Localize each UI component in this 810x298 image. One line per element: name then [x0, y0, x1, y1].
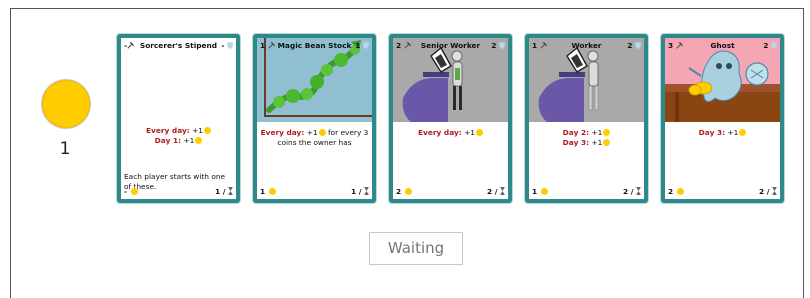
card-footer: 2 2 /: [665, 187, 780, 197]
pickaxe-icon: [676, 42, 683, 49]
pickaxe-icon: [404, 42, 411, 49]
coin-icon: [739, 129, 747, 136]
hourglass-icon: [228, 187, 233, 195]
coin-icon: [195, 136, 203, 144]
coin-icon: [204, 127, 211, 134]
hourglass-icon: [772, 187, 777, 195]
card-header: 2 Senior Worker 2: [393, 38, 508, 52]
pickaxe-icon: [127, 42, 134, 49]
card-footer: 1 1 /: [257, 187, 372, 197]
coin-icon: [540, 188, 548, 195]
card-title: Magic Bean Stock: [277, 41, 352, 50]
card-footer: 1 2 /: [529, 187, 644, 197]
card-header: 1 Worker 2: [529, 38, 644, 52]
card-rules: Every day: +1 for every 3 coins the owne…: [260, 128, 369, 147]
card-vp: 2: [491, 41, 505, 50]
footer-duration: 1 /: [215, 187, 233, 196]
shield-icon: [771, 42, 777, 49]
footer-duration: 1 /: [351, 187, 369, 196]
card-title: Sorcerer's Stipend: [139, 41, 218, 50]
card-face: 1 Magic Bean Stock 1 Every day: +1 for e…: [257, 38, 372, 199]
card-title: Senior Worker: [420, 41, 481, 50]
footer-cost: 1: [260, 187, 276, 196]
card-rules: Day 3: +1: [668, 128, 777, 138]
card-header: - Sorcerer's Stipend -: [121, 38, 236, 52]
hourglass-icon: [500, 187, 505, 195]
hourglass-icon: [636, 187, 641, 195]
card-cost: -: [124, 41, 134, 50]
card-footer: - 1 /: [121, 187, 236, 197]
card-header: 1 Magic Bean Stock 1: [257, 38, 372, 52]
card-cost: 2: [396, 41, 411, 50]
hourglass-icon: [364, 187, 369, 195]
coin-icon: [268, 188, 276, 195]
footer-duration: 2 /: [759, 187, 777, 196]
card-face: 3 Ghost 2 Day 3: +1 2 2 /: [665, 38, 780, 199]
card-vp: 2: [627, 41, 641, 50]
card-ghost[interactable]: 3 Ghost 2 Day 3: +1 2 2 /: [661, 34, 784, 203]
footer-cost: 2: [668, 187, 684, 196]
shield-icon: [227, 42, 233, 49]
card-cost: 3: [668, 41, 683, 50]
card-cost: 1: [532, 41, 547, 50]
card-face: - Sorcerer's Stipend - Every day: +1 Day…: [121, 38, 236, 199]
footer-cost: 1: [532, 187, 548, 196]
card-senior-worker[interactable]: 2 Senior Worker 2 Every day: +1 2 2 /: [389, 34, 512, 203]
pickaxe-icon: [268, 42, 275, 49]
card-header: 3 Ghost 2: [665, 38, 780, 52]
footer-cost: 2: [396, 187, 412, 196]
shield-icon: [635, 42, 641, 49]
card-worker[interactable]: 1 Worker 2 Day 2: +1 Day 3: +1 1 2 /: [525, 34, 648, 203]
pickaxe-icon: [540, 42, 547, 49]
card-sorcerers-stipend[interactable]: - Sorcerer's Stipend - Every day: +1 Day…: [117, 34, 240, 203]
card-title: Worker: [571, 41, 602, 50]
card-rules: Every day: +1: [396, 128, 505, 138]
waiting-status: Waiting: [369, 232, 463, 265]
card-magic-bean-stock[interactable]: 1 Magic Bean Stock 1 Every day: +1 for e…: [253, 34, 376, 203]
card-footer: 2 2 /: [393, 187, 508, 197]
coin-icon: [404, 188, 412, 195]
card-face: 1 Worker 2 Day 2: +1 Day 3: +1 1 2 /: [529, 38, 644, 199]
card-vp: 2: [763, 41, 777, 50]
card-title: Ghost: [710, 41, 735, 50]
coin-icon: [603, 138, 611, 146]
footer-duration: 2 /: [487, 187, 505, 196]
card-cost: 1: [260, 41, 275, 50]
card-vp: -: [221, 41, 233, 50]
footer-cost: -: [124, 187, 138, 196]
coin-count: 1: [59, 139, 71, 159]
footer-duration: 2 /: [623, 187, 641, 196]
coin-icon: [130, 188, 138, 195]
coin-icon: [476, 129, 483, 136]
card-vp: 1: [355, 41, 369, 50]
shield-icon: [363, 42, 369, 49]
card-face: 2 Senior Worker 2 Every day: +1 2 2 /: [393, 38, 508, 199]
card-rules: Day 2: +1 Day 3: +1: [532, 128, 641, 147]
coin-icon: [603, 129, 611, 136]
coin-icon: [41, 79, 91, 129]
card-rules: Every day: +1 Day 1: +1: [124, 126, 233, 145]
coin-icon: [676, 188, 684, 195]
coin-icon: [318, 129, 326, 136]
shield-icon: [499, 42, 505, 49]
